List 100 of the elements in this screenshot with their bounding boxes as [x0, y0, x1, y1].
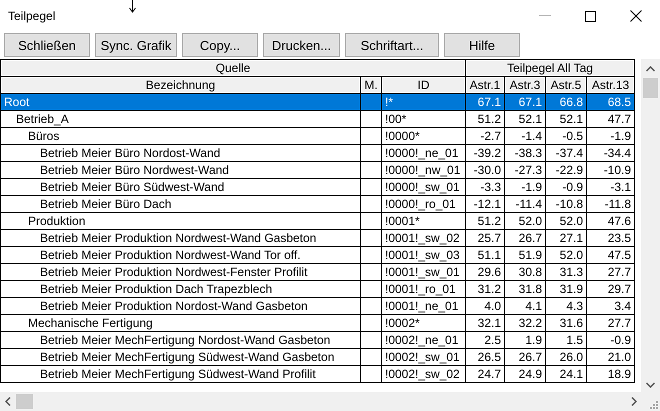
table-cell: 4.0: [466, 298, 505, 314]
table-cell: 3.4: [586, 298, 635, 314]
table-row[interactable]: Betrieb Meier Produktion Nordwest-Wand Gasbeton !0001!_sw_02 25.7 26.7 27.1 23.5: [0, 230, 635, 246]
table-cell: Mechanische Fertigung: [0, 314, 360, 332]
column-header[interactable]: Astr.1: [466, 76, 505, 94]
table-cell: -30.0: [466, 162, 505, 178]
table-cell: 51.9: [504, 246, 546, 264]
table-cell: 27.7: [586, 264, 635, 280]
table-cell: !0001!_ne_01: [382, 298, 466, 314]
table-row[interactable]: Betrieb Meier Büro Nordwest-Wand !0000!_nw_01 -30.0 -27.3 -22.9 -10.9: [0, 162, 635, 178]
table-cell: !0000!_ne_01: [382, 144, 466, 162]
column-header[interactable]: Astr.5: [546, 76, 587, 94]
table-row[interactable]: Produktion !0001* 51.2 52.0 52.0 47.6: [0, 212, 635, 230]
table-cell: Betrieb Meier MechFertigung Südwest-Wand Gasbeton: [0, 348, 360, 366]
table-cell: Betrieb Meier Büro Nordwest-Wand: [0, 162, 360, 178]
toolbar-button[interactable]: Drucken...: [263, 33, 340, 57]
table-row[interactable]: Betrieb Meier Produktion Nordost-Wand Gasbeton !0001!_ne_01 4.0 4.1 4.3 3.4: [0, 298, 635, 314]
table-row[interactable]: Betrieb Meier MechFertigung Südwest-Wand Profilit !0002!_sw_02 24.7 24.9 24.1 18.9: [0, 366, 635, 382]
table-cell: 52.0: [504, 212, 546, 230]
table-cell: 24.1: [546, 366, 587, 382]
table-cell: !0001!_sw_02: [382, 230, 466, 246]
table-cell: !0000*: [382, 128, 466, 144]
table-cell: 26.7: [504, 348, 546, 366]
toolbar-button[interactable]: Copy...: [182, 33, 258, 57]
table-row[interactable]: Betrieb Meier Produktion Nordwest-Wand Tor off. !0001!_sw_03 51.1 51.9 52.0 47.5: [0, 246, 635, 264]
table-cell: 47.7: [586, 110, 635, 128]
table-cell: !0001!_sw_03: [382, 246, 466, 264]
down-arrow-icon: [129, 0, 136, 13]
table-row[interactable]: Büros !0000* -2.7 -1.4 -0.5 -1.9: [0, 128, 635, 144]
scroll-thumb[interactable]: [643, 78, 658, 98]
table-cell: -22.9: [546, 162, 587, 178]
table-cell: 26.7: [504, 230, 546, 246]
table-cell: !0000!_nw_01: [382, 162, 466, 178]
table-row[interactable]: Root !* 67.1 67.1 66.8 68.5: [0, 94, 635, 110]
table-cell: 27.7: [586, 314, 635, 332]
scroll-down-icon[interactable]: [646, 382, 655, 388]
table-cell: 51.1: [466, 246, 505, 264]
close-icon[interactable]: [630, 10, 642, 22]
table-cell: !0002!_ne_01: [382, 332, 466, 348]
table-cell: 24.9: [504, 366, 546, 382]
table-cell: 26.0: [546, 348, 587, 366]
table-row[interactable]: Betrieb_A !00* 51.2 52.1 52.1 47.7: [0, 110, 635, 128]
table-cell: -0.5: [546, 128, 587, 144]
table-cell: 31.6: [546, 314, 587, 332]
table-row[interactable]: Betrieb Meier MechFertigung Südwest-Wand Gasbeton !0002!_sw_01 26.5 26.7 26.0 21.0: [0, 348, 635, 366]
table-cell: 52.0: [546, 246, 587, 264]
table-cell: 1.9: [504, 332, 546, 348]
column-header[interactable]: Bezeichnung: [0, 76, 360, 94]
table-cell: -1.9: [504, 178, 546, 196]
table-row[interactable]: Betrieb Meier Büro Nordost-Wand !0000!_ne_01 -39.2 -38.3 -37.4 -34.4: [0, 144, 635, 162]
table-cell: -11.4: [504, 196, 546, 212]
scroll-thumb[interactable]: [16, 394, 33, 409]
toolbar-button[interactable]: Schriftart...: [345, 33, 439, 57]
scroll-right-icon[interactable]: [631, 397, 637, 406]
table-row[interactable]: Betrieb Meier Produktion Dach Trapezblech !0001!_ro_01 31.2 31.8 31.9 29.7: [0, 280, 635, 298]
toolbar-button[interactable]: Schließen: [4, 33, 90, 57]
table-cell: 27.1: [546, 230, 587, 246]
table-cell: !0000!_sw_01: [382, 178, 466, 196]
table-cell: -3.3: [466, 178, 505, 196]
table-cell: 52.0: [546, 212, 587, 230]
table-cell: !0002*: [382, 314, 466, 332]
table-row[interactable]: Betrieb Meier Produktion Nordwest-Fenster Profilit !0001!_sw_01 29.6 30.8 31.3 27.7: [0, 264, 635, 280]
vertical-scrollbar[interactable]: [641, 59, 660, 392]
table-cell: 66.8: [546, 94, 587, 110]
column-group-header: Teilpegel All Tag: [466, 60, 635, 76]
table-row[interactable]: Betrieb Meier Büro Südwest-Wand !0000!_sw_01 -3.3 -1.9 -0.9 -3.1: [0, 178, 635, 196]
table-cell: Produktion: [0, 212, 360, 230]
table-cell: -10.8: [546, 196, 587, 212]
table-cell: 26.5: [466, 348, 505, 366]
table-cell: -0.9: [546, 178, 587, 196]
column-header[interactable]: M.: [360, 76, 382, 94]
table-cell: !0001!_sw_01: [382, 264, 466, 280]
table-cell: 47.5: [586, 246, 635, 264]
table-cell: !00*: [382, 110, 466, 128]
table-cell: Betrieb Meier MechFertigung Südwest-Wand Profilit: [0, 366, 360, 382]
table-cell: 30.8: [504, 264, 546, 280]
scroll-left-icon[interactable]: [5, 397, 11, 406]
column-header[interactable]: Astr.13: [586, 76, 635, 94]
horizontal-scrollbar[interactable]: [0, 392, 660, 411]
table-row[interactable]: Betrieb Meier Büro Dach !0000!_ro_01 -12.1 -11.4 -10.8 -11.8: [0, 196, 635, 212]
table-cell: 18.9: [586, 366, 635, 382]
toolbar-button[interactable]: Hilfe: [444, 33, 520, 57]
maximize-icon[interactable]: [585, 10, 596, 22]
window-title: Teilpegel: [8, 9, 56, 23]
scroll-up-icon[interactable]: [646, 66, 655, 72]
table-row[interactable]: Mechanische Fertigung !0002* 32.1 32.2 31.6 27.7: [0, 314, 635, 332]
table-cell: -39.2: [466, 144, 505, 162]
table-cell: -0.9: [586, 332, 635, 348]
table-cell: 21.0: [586, 348, 635, 366]
table-cell: 1.5: [546, 332, 587, 348]
table-cell: !0001!_ro_01: [382, 280, 466, 298]
table-cell: Betrieb Meier Produktion Dach Trapezblech: [0, 280, 360, 298]
column-header[interactable]: Astr.3: [504, 76, 546, 94]
table-cell: Betrieb Meier Produktion Nordwest-Wand Gasbeton: [0, 230, 360, 246]
column-header[interactable]: ID: [382, 76, 466, 94]
table-cell: 32.1: [466, 314, 505, 332]
toolbar-button[interactable]: Sync. Grafik: [95, 33, 177, 57]
table-row[interactable]: Betrieb Meier MechFertigung Nordost-Wand Gasbeton !0002!_ne_01 2.5 1.9 1.5 -0.9: [0, 332, 635, 348]
resize-grip-icon[interactable]: [648, 399, 658, 409]
table-cell: 47.6: [586, 212, 635, 230]
